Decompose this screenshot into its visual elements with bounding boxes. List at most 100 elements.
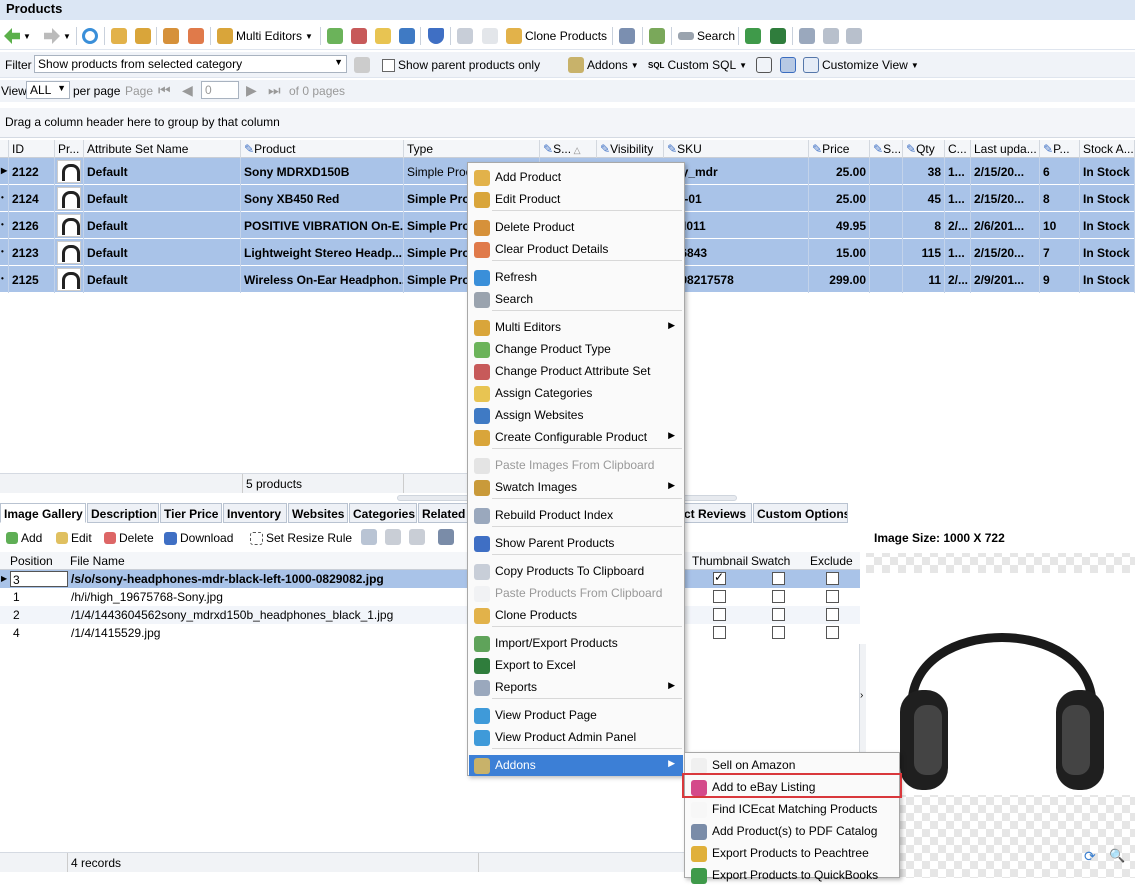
position-cell[interactable]: 3 <box>10 571 68 587</box>
assign-categories-button[interactable] <box>375 26 391 46</box>
menu-item-reports[interactable]: Reports ▶ <box>469 677 683 698</box>
submenu-item-find-icecat-matching-products[interactable]: Find ICEcat Matching Products <box>686 799 898 820</box>
list-item[interactable]: ▶ 3/s/o/sony-headphones-mdr-black-left-10… <box>0 570 860 588</box>
tab-custom-options[interactable]: Custom Options <box>753 503 848 523</box>
menu-item-copy-products-to-clipboard[interactable]: Copy Products To Clipboard <box>469 561 683 582</box>
zoom-icon[interactable]: 🔍 <box>1109 848 1125 864</box>
menu-item-rebuild-product-index[interactable]: Rebuild Product Index <box>469 505 683 526</box>
tab-image-gallery[interactable]: Image Gallery <box>0 503 86 523</box>
gallery-edit-button[interactable]: Edit <box>56 528 92 548</box>
list-item[interactable]: 4/1/4/1415529.jpg <box>0 624 860 642</box>
thumbnail-checkbox[interactable] <box>713 570 726 585</box>
sort-down-button[interactable] <box>846 26 862 46</box>
collapse-arrow-icon[interactable]: › <box>860 690 863 701</box>
column-header[interactable]: Attribute Set Name <box>84 140 241 158</box>
menu-item-change-product-attribute-set[interactable]: Change Product Attribute Set <box>469 361 683 382</box>
column-header[interactable]: ✎P... <box>1040 140 1080 158</box>
delete-product-button[interactable] <box>163 26 179 46</box>
position-cell[interactable]: 4 <box>10 624 68 642</box>
set-resize-rule-button[interactable]: Set Resize Rule <box>250 528 352 548</box>
column-header[interactable]: C... <box>945 140 971 158</box>
menu-item-view-product-admin-panel[interactable]: View Product Admin Panel <box>469 727 683 748</box>
swatch-checkbox[interactable] <box>772 572 785 585</box>
show-parent-checkbox[interactable] <box>382 59 395 72</box>
shield-button[interactable] <box>428 26 444 46</box>
list-item[interactable]: 1/h/i/high_19675768-Sony.jpg <box>0 588 860 606</box>
layout-icon[interactable] <box>780 57 796 73</box>
excel-button[interactable] <box>745 26 761 46</box>
column-header[interactable]: Swatch <box>751 554 790 568</box>
column-header[interactable]: ✎SKU <box>664 140 809 158</box>
menu-item-multi-editors[interactable]: Multi Editors ▶ <box>469 317 683 338</box>
tab-tier-price[interactable]: Tier Price <box>160 503 222 523</box>
column-header[interactable]: Pr... <box>55 140 84 158</box>
clone-products-button[interactable]: Clone Products <box>506 26 607 46</box>
column-header[interactable]: ID <box>9 140 55 158</box>
custom-sql-dropdown[interactable]: SQL Custom SQL ▼ <box>648 55 747 75</box>
exclude-checkbox[interactable] <box>826 590 839 603</box>
filter-select[interactable]: Show products from selected category ▼ <box>34 55 347 73</box>
exclude-checkbox[interactable] <box>826 572 839 585</box>
picture-icon[interactable] <box>438 529 454 545</box>
tab-inventory[interactable]: Inventory <box>223 503 287 523</box>
menu-item-paste-products-from-clipboard[interactable]: Paste Products From Clipboard <box>469 583 683 604</box>
column-header[interactable]: ✎Price <box>809 140 870 158</box>
menu-item-show-parent-products[interactable]: Show Parent Products <box>469 533 683 554</box>
column-header[interactable]: Type <box>404 140 540 158</box>
gallery-download-button[interactable]: Download <box>164 528 233 548</box>
clear-product-button[interactable] <box>188 26 204 46</box>
group-by-panel[interactable]: Drag a column header here to group by th… <box>0 108 1135 138</box>
back-button[interactable]: ▼ <box>4 26 31 46</box>
menu-item-search[interactable]: Search <box>469 289 683 310</box>
menu-item-assign-categories[interactable]: Assign Categories <box>469 383 683 404</box>
tab-reviews[interactable]: ct Reviews <box>680 503 752 523</box>
next-page-icon[interactable]: ▶ <box>246 82 257 99</box>
sort-up-button[interactable] <box>823 26 839 46</box>
tab-categories[interactable]: Categories <box>349 503 417 523</box>
column-header[interactable]: Last upda... <box>971 140 1040 158</box>
swatch-checkbox[interactable] <box>772 626 785 639</box>
menu-item-clear-product-details[interactable]: Clear Product Details <box>469 239 683 260</box>
menu-item-change-product-type[interactable]: Change Product Type <box>469 339 683 360</box>
column-header[interactable]: File Name <box>70 554 125 568</box>
menu-item-create-configurable-product[interactable]: Create Configurable Product ▶ <box>469 427 683 448</box>
submenu-item-export-products-to-quickbooks[interactable]: Export Products to QuickBooks <box>686 865 898 886</box>
exclude-checkbox[interactable] <box>826 626 839 639</box>
gallery-add-button[interactable]: Add <box>6 528 42 548</box>
menu-item-export-to-excel[interactable]: Export to Excel <box>469 655 683 676</box>
thumbnail-checkbox[interactable] <box>713 608 726 621</box>
column-header[interactable]: ✎Qty <box>903 140 945 158</box>
column-header[interactable]: Exclude <box>810 554 853 568</box>
edit-product-button[interactable] <box>135 26 151 46</box>
export-button[interactable] <box>619 26 635 46</box>
assign-websites-button[interactable] <box>399 26 415 46</box>
thumbnail-checkbox[interactable] <box>713 626 726 639</box>
forward-button[interactable]: ▼ <box>44 26 71 46</box>
move-up-icon[interactable] <box>385 529 401 545</box>
swatch-checkbox[interactable] <box>772 608 785 621</box>
page-input[interactable]: 0 <box>201 81 239 99</box>
paste-button[interactable] <box>482 26 498 46</box>
tab-websites[interactable]: Websites <box>288 503 348 523</box>
column-header[interactable]: ✎S... △ <box>540 140 597 158</box>
menu-item-swatch-images[interactable]: Swatch Images ▶ <box>469 477 683 498</box>
position-cell[interactable]: 1 <box>10 588 68 606</box>
copy-button[interactable] <box>457 26 473 46</box>
menu-item-view-product-page[interactable]: View Product Page <box>469 705 683 726</box>
menu-item-addons[interactable]: Addons ▶ <box>469 755 683 776</box>
menu-item-delete-product[interactable]: Delete Product <box>469 217 683 238</box>
column-header[interactable]: ✎Product <box>241 140 404 158</box>
menu-item-refresh[interactable]: Refresh <box>469 267 683 288</box>
position-cell[interactable]: 2 <box>10 606 68 624</box>
list-item[interactable]: 2/1/4/1443604562sony_mdrxd150b_headphone… <box>0 606 860 624</box>
move-down-icon[interactable] <box>409 529 425 545</box>
thumbnail-checkbox[interactable] <box>713 590 726 603</box>
swatch-checkbox[interactable] <box>772 590 785 603</box>
refresh-button[interactable] <box>82 26 98 46</box>
menu-item-add-product[interactable]: Add Product <box>469 167 683 188</box>
tools-button[interactable] <box>649 26 665 46</box>
menu-item-clone-products[interactable]: Clone Products <box>469 605 683 626</box>
menu-item-edit-product[interactable]: Edit Product <box>469 189 683 210</box>
columns-icon[interactable] <box>756 57 772 73</box>
add-product-button[interactable] <box>111 26 127 46</box>
